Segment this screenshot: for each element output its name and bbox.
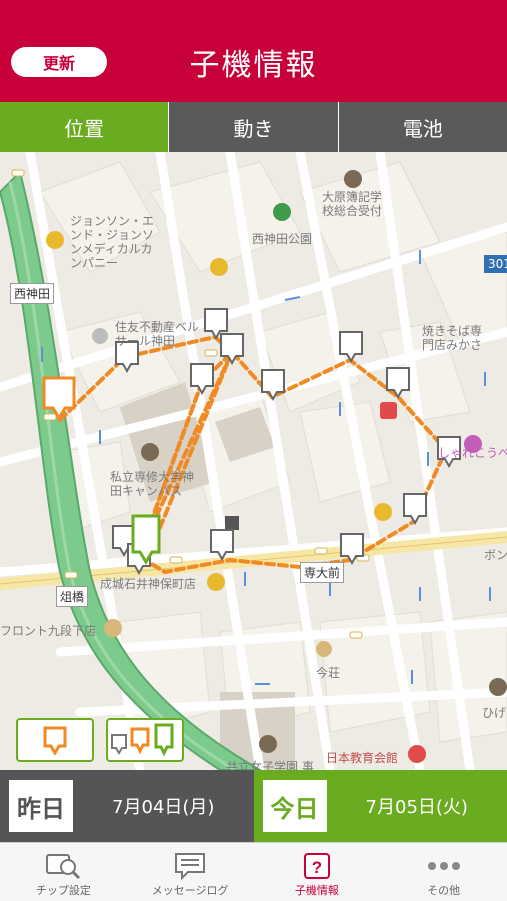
tabbar-device-info[interactable]: ? 子機情報 [254, 843, 381, 901]
tabbar-label: チップ設定 [36, 882, 91, 898]
tabbar-label: メッセージログ [152, 882, 229, 898]
bottom-tab-bar: チップ設定 メッセージログ ? 子機情報 その他 [0, 842, 507, 901]
poi-label-sumitomo: 住友不動産ベル サール神田 [115, 320, 199, 348]
tabbar-label: その他 [427, 882, 460, 898]
app-header: 更新 子機情報 [0, 0, 507, 102]
all-pins-icon [110, 723, 180, 757]
map-view[interactable]: ジョンソン・エ ンド・ジョンソ ンメディカルカ ンパニー 西神田公園 大原簿記学… [0, 152, 507, 770]
today-chip: 今日 [263, 780, 327, 832]
poi-label-ohara: 大原簿記学 校総合受付 [322, 190, 382, 218]
page-title: 子機情報 [0, 40, 507, 84]
chip-settings-icon [44, 850, 82, 882]
filter-start-button[interactable] [16, 718, 94, 762]
tab-battery[interactable]: 電池 [339, 102, 507, 152]
poi-label-narujo: 成城石井神保町店 [100, 575, 196, 592]
poi-label-johnson: ジョンソン・エ ンド・ジョンソ ンメディカルカ ンパニー [70, 214, 154, 270]
more-icon [426, 850, 462, 882]
yesterday-date: 7月04日(月) [73, 793, 254, 819]
yesterday-chip: 昨日 [9, 780, 73, 832]
station-label-nishikanda: 西神田 [10, 283, 54, 304]
poi-label-imaso: 今荘 [316, 664, 340, 681]
pin-filter [16, 718, 184, 762]
svg-text:?: ? [312, 858, 322, 877]
route-sign: 301 [484, 255, 507, 273]
tabbar-more[interactable]: その他 [380, 843, 507, 901]
poi-label-higa: ひげ [482, 704, 506, 721]
poi-label-bon: ボン [484, 546, 507, 563]
poi-label-women-school: 共立女子学園 事 [226, 758, 314, 770]
message-log-icon [173, 850, 207, 882]
today-date: 7月05日(火) [327, 793, 507, 819]
date-switcher: 昨日 7月04日(月) 今日 7月05日(火) [0, 770, 507, 842]
tab-location[interactable]: 位置 [0, 102, 169, 152]
tabbar-chip-settings[interactable]: チップ設定 [0, 843, 127, 901]
poi-label-front: フロント九段下店 [0, 622, 96, 639]
tab-movement[interactable]: 動き [169, 102, 338, 152]
segment-tabs: 位置 動き 電池 [0, 102, 507, 152]
station-label-haruhashi: 俎橋 [56, 586, 88, 607]
device-info-icon: ? [302, 850, 332, 882]
today-button[interactable]: 今日 7月05日(火) [254, 770, 507, 842]
tabbar-message-log[interactable]: メッセージログ [127, 843, 254, 901]
filter-all-button[interactable] [106, 718, 184, 762]
tabbar-label: 子機情報 [295, 882, 339, 898]
poi-label-yakisoba: 焼きそば専 門店みかさ [422, 324, 482, 352]
poi-label-shirekoube: しゃれこうべ [438, 444, 507, 461]
start-pin-icon [40, 725, 70, 755]
poi-label-private-school: 私立専修大学神 田キャンパス [110, 470, 194, 498]
station-label-sendaimae: 専大前 [300, 562, 344, 583]
yesterday-button[interactable]: 昨日 7月04日(月) [0, 770, 254, 842]
poi-label-nihon-kyoiku: 日本教育会館 [326, 749, 398, 766]
poi-label-nishikanda-park: 西神田公園 [252, 230, 312, 247]
